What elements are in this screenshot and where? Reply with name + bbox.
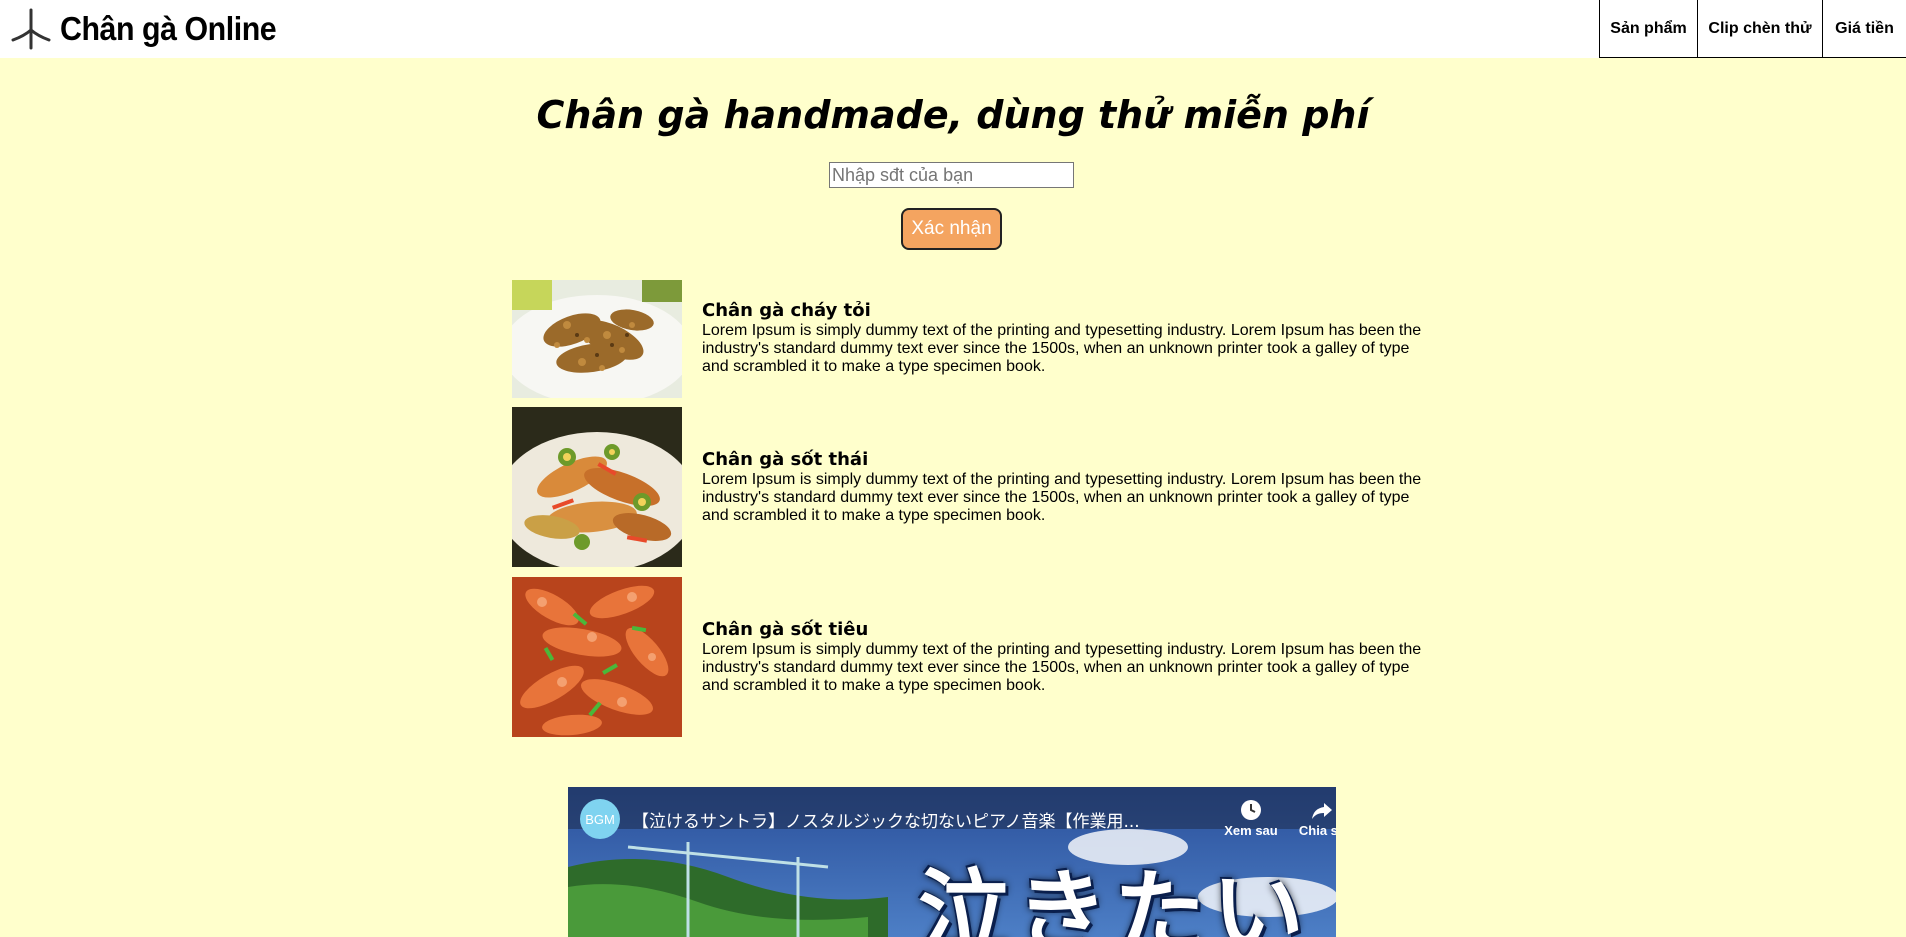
product-description: Lorem Ipsum is simply dummy text of the … — [702, 641, 1422, 694]
product-description: Lorem Ipsum is simply dummy text of the … — [702, 471, 1422, 524]
clock-icon — [1241, 800, 1261, 820]
channel-avatar[interactable]: BGM — [580, 799, 620, 839]
garlic-fried-chicken-feet-photo — [512, 280, 682, 398]
site-brand[interactable]: Chân gà Online — [60, 8, 277, 50]
page-title: Chân gà handmade, dùng thử miễn phí — [536, 93, 1370, 137]
thai-sauce-chicken-feet-photo — [512, 407, 682, 567]
embedded-video[interactable]: BGM 【泣けるサントラ】ノスタルジックな切ないピアノ音楽【作業用... Xem… — [568, 787, 1336, 937]
product-item: Chân gà cháy tỏi Lorem Ipsum is simply d… — [512, 280, 1421, 398]
nav-item-products[interactable]: Sản phẩm — [1599, 0, 1697, 58]
nav-item-pricing[interactable]: Giá tiền — [1822, 0, 1906, 58]
chicken-foot-icon[interactable] — [10, 8, 52, 50]
submit-button[interactable]: Xác nhận — [901, 208, 1002, 250]
nav-item-clip[interactable]: Clip chèn thử — [1697, 0, 1822, 58]
share-label: Chia sẻ — [1298, 823, 1336, 838]
watch-later-button[interactable]: Xem sau — [1219, 797, 1283, 838]
thumbnail-caption: 泣きたい — [918, 859, 1311, 937]
site-header: Chân gà Online Sản phẩm Clip chèn thử Gi… — [0, 0, 1906, 58]
product-name: Chân gà sốt thái — [702, 449, 869, 470]
video-title[interactable]: 【泣けるサントラ】ノスタルジックな切ないピアノ音楽【作業用... — [632, 807, 1140, 832]
main-nav: Sản phẩm Clip chèn thử Giá tiền — [1599, 0, 1906, 58]
product-info: Chân gà sốt thái Lorem Ipsum is simply d… — [702, 449, 1422, 525]
product-name: Chân gà sốt tiêu — [702, 619, 869, 640]
share-icon — [1312, 803, 1332, 819]
product-info: Chân gà sốt tiêu Lorem Ipsum is simply d… — [702, 619, 1422, 695]
product-item: Chân gà sốt thái Lorem Ipsum is simply d… — [512, 407, 1421, 567]
product-item: Chân gà sốt tiêu Lorem Ipsum is simply d… — [512, 577, 1421, 737]
product-info: Chân gà cháy tỏi Lorem Ipsum is simply d… — [702, 300, 1422, 376]
share-button[interactable]: Chia sẻ — [1290, 797, 1336, 838]
phone-input[interactable] — [829, 162, 1074, 188]
pepper-sauce-chicken-feet-photo — [512, 577, 682, 737]
watch-later-label: Xem sau — [1224, 823, 1278, 838]
product-description: Lorem Ipsum is simply dummy text of the … — [702, 322, 1422, 375]
product-name: Chân gà cháy tỏi — [702, 300, 871, 321]
